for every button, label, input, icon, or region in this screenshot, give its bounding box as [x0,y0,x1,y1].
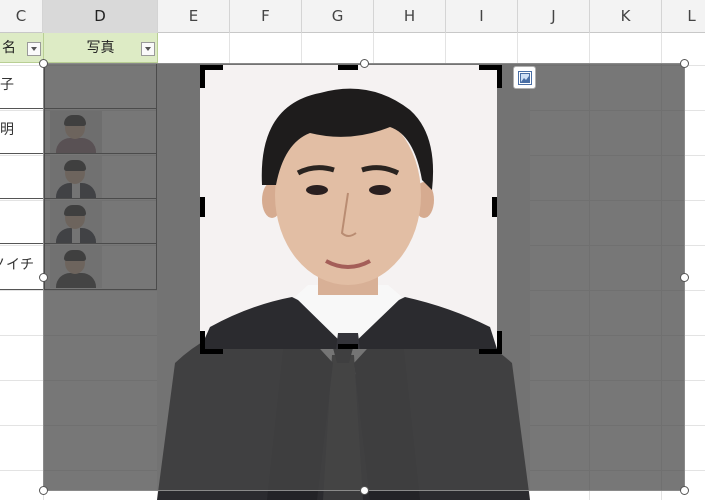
resize-handle-top-left[interactable] [39,59,48,68]
resize-handle-right[interactable] [680,273,689,282]
table-header-photo-label: 写真 [86,40,115,56]
resize-handle-top[interactable] [360,59,369,68]
resize-handle-bottom[interactable] [360,486,369,495]
layout-options-icon [518,71,532,85]
resize-handle-top-right[interactable] [680,59,689,68]
column-header-bar: C D E F G H I J K L [0,0,705,33]
picture-selection-border [43,63,685,491]
table-header-name[interactable]: 名 [0,33,44,63]
column-header-h[interactable]: H [374,0,446,33]
layout-options-button[interactable] [513,66,536,89]
table-cell-name[interactable]: 明 [0,108,14,153]
column-header-g[interactable]: G [302,0,374,33]
resize-handle-bottom-left[interactable] [39,486,48,495]
column-header-l[interactable]: L [662,0,705,33]
column-header-i[interactable]: I [446,0,518,33]
column-header-j[interactable]: J [518,0,590,33]
table-header-name-label: 名 [2,40,16,56]
filter-dropdown-icon[interactable] [141,42,155,56]
column-header-k[interactable]: K [590,0,662,33]
resize-handle-bottom-right[interactable] [680,486,689,495]
table-cell-name[interactable]: ノイチ [0,243,34,288]
resize-handle-left[interactable] [39,273,48,282]
table-cell-name[interactable]: 子 [0,63,14,108]
column-header-f[interactable]: F [230,0,302,33]
column-header-e[interactable]: E [158,0,230,33]
column-header-c[interactable]: C [0,0,43,33]
filter-dropdown-icon[interactable] [27,42,41,56]
table-header-photo[interactable]: 写真 [44,33,158,63]
column-header-d[interactable]: D [43,0,158,33]
